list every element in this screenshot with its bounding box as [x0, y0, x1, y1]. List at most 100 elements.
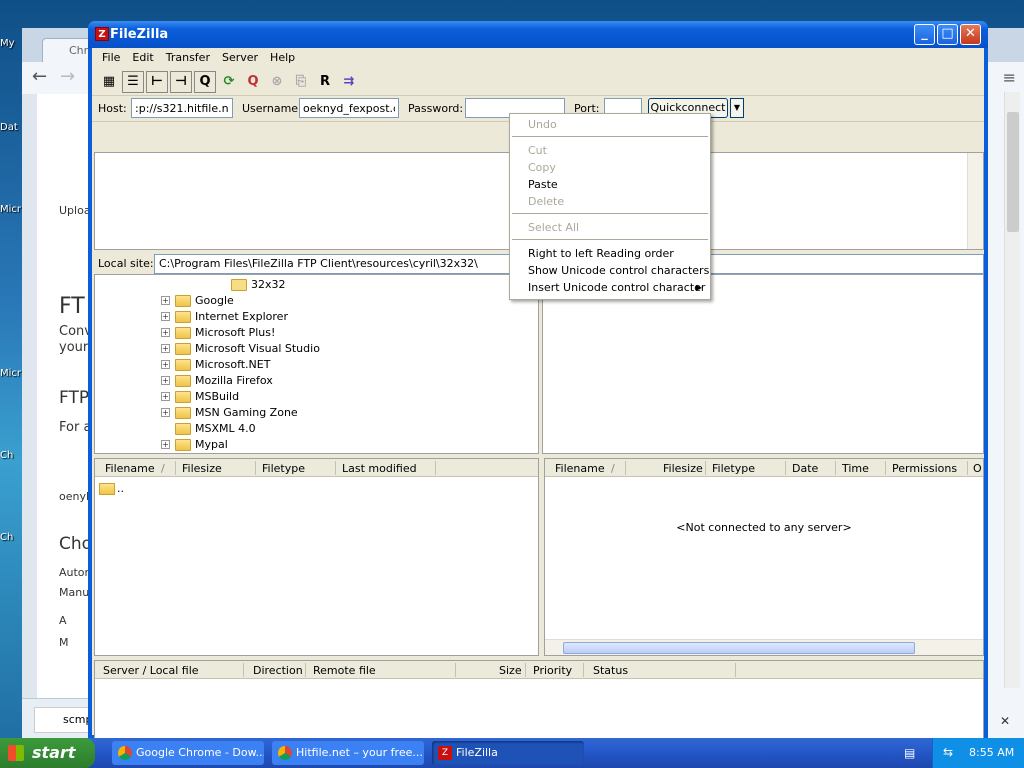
- toggle-log-icon[interactable]: ☰: [122, 70, 144, 93]
- expand-icon[interactable]: +: [161, 296, 170, 305]
- keyboard-icon[interactable]: ▤: [904, 746, 915, 760]
- chrome-page: Uploa FT Conv your FTP For a oenyl Cho A…: [37, 94, 92, 698]
- close-button[interactable]: ✕: [960, 24, 981, 45]
- host-label: Host:: [98, 102, 127, 115]
- expand-icon[interactable]: +: [161, 392, 170, 401]
- menu-server[interactable]: Server: [216, 51, 264, 68]
- menu-item-delete[interactable]: Delete: [528, 195, 564, 208]
- menu-item-cut[interactable]: Cut: [528, 144, 547, 157]
- column-header[interactable]: Filename: [555, 462, 605, 475]
- start-button[interactable]: start: [0, 738, 95, 768]
- window-title: FileZilla: [110, 27, 169, 42]
- desktop-icon-label[interactable]: Ch: [0, 532, 24, 543]
- column-header[interactable]: Filesize: [663, 462, 703, 475]
- expand-icon[interactable]: +: [161, 408, 170, 417]
- chrome-scrollbar[interactable]: [1004, 92, 1020, 688]
- local-file-list: Filename / Filesize Filetype Last modifi…: [94, 458, 539, 656]
- username-input[interactable]: [299, 98, 399, 118]
- local-path-input[interactable]: C:\Program Files\FileZilla FTP Client\re…: [154, 254, 539, 274]
- folder-icon: [175, 327, 191, 339]
- page-radio[interactable]: M: [59, 636, 69, 649]
- scrollbar-thumb[interactable]: [1007, 112, 1019, 232]
- taskbar-item[interactable]: Hitfile.net – your free...: [272, 741, 424, 765]
- local-site-bar: Local site: C:\Program Files\FileZilla F…: [94, 254, 539, 274]
- column-header[interactable]: Time: [842, 462, 869, 475]
- log-scrollbar[interactable]: [967, 153, 983, 249]
- reconnect-icon[interactable]: R: [314, 71, 336, 93]
- folder-icon: [175, 295, 191, 307]
- compare-icon[interactable]: ⇉: [338, 71, 360, 93]
- desktop-icon-label[interactable]: Micr: [0, 204, 24, 215]
- folder-icon: [175, 311, 191, 323]
- minimize-button[interactable]: _: [914, 24, 935, 45]
- sort-icon: /: [611, 462, 615, 475]
- menu-edit[interactable]: Edit: [126, 51, 159, 68]
- column-header[interactable]: Remote file: [313, 664, 376, 677]
- column-header[interactable]: Server / Local file: [103, 664, 199, 677]
- expand-icon[interactable]: +: [161, 344, 170, 353]
- column-header[interactable]: Filesize: [182, 462, 222, 475]
- scrollbar-thumb[interactable]: [563, 642, 915, 654]
- maximize-button[interactable]: □: [937, 24, 958, 45]
- refresh-icon[interactable]: ⟳: [218, 71, 240, 93]
- expand-icon[interactable]: +: [161, 360, 170, 369]
- desktop-icon-label[interactable]: My: [0, 38, 24, 49]
- toggle-local-tree-icon[interactable]: ⊢: [146, 70, 168, 93]
- column-header[interactable]: Size: [499, 664, 522, 677]
- column-header[interactable]: Direction: [253, 664, 303, 677]
- column-header[interactable]: Filetype: [262, 462, 305, 475]
- site-manager-icon[interactable]: ▦: [98, 71, 120, 93]
- title-bar[interactable]: Z FileZilla _ □ ✕: [88, 21, 988, 48]
- menu-item-rtl-reading[interactable]: Right to left Reading order: [528, 247, 674, 260]
- page-radio[interactable]: A: [59, 614, 67, 627]
- folder-icon: [175, 359, 191, 371]
- toggle-queue-icon[interactable]: Q: [194, 70, 216, 93]
- expand-icon[interactable]: +: [161, 440, 170, 449]
- desktop-icon-label[interactable]: Micr: [0, 368, 24, 379]
- menu-item-paste[interactable]: Paste: [528, 178, 558, 191]
- menu-item-undo[interactable]: Undo: [528, 118, 557, 131]
- clock[interactable]: 8:55 AM: [969, 746, 1014, 759]
- expand-icon[interactable]: +: [161, 328, 170, 337]
- column-header[interactable]: Last modified: [342, 462, 417, 475]
- menu-item-insert-unicode[interactable]: Insert Unicode control character: [528, 281, 705, 294]
- desktop-icon-label[interactable]: Ch: [0, 450, 24, 461]
- network-icon[interactable]: ⇆: [943, 745, 953, 759]
- taskbar: start Google Chrome - Dow... Hitfile.net…: [0, 738, 1024, 768]
- tree-item[interactable]: 32x32: [95, 277, 535, 293]
- column-header[interactable]: O: [973, 462, 982, 475]
- column-header[interactable]: Status: [593, 664, 628, 677]
- taskbar-item[interactable]: Z FileZilla: [432, 741, 584, 765]
- menu-icon[interactable]: ≡: [1003, 68, 1016, 87]
- desktop-icon-label[interactable]: Dat: [0, 122, 24, 133]
- menu-transfer[interactable]: Transfer: [160, 51, 216, 68]
- menu-item-copy[interactable]: Copy: [528, 161, 556, 174]
- menu-file[interactable]: File: [96, 51, 126, 68]
- download-item[interactable]: scmp: [34, 707, 94, 733]
- column-header[interactable]: Date: [792, 462, 818, 475]
- forward-icon[interactable]: →: [60, 66, 75, 87]
- remote-file-list: Filename / Filesize Filetype Date Time P…: [544, 458, 984, 656]
- menu-item-select-all[interactable]: Select All: [528, 221, 579, 234]
- taskbar-item[interactable]: Google Chrome - Dow...: [112, 741, 264, 765]
- close-download-bar-icon[interactable]: ✕: [1000, 714, 1010, 728]
- cancel-icon[interactable]: ⊗: [266, 71, 288, 93]
- quickconnect-dropdown-icon[interactable]: ▼: [730, 98, 744, 118]
- remote-hscrollbar[interactable]: [545, 639, 983, 655]
- toggle-remote-tree-icon[interactable]: ⊣: [170, 70, 192, 93]
- not-connected-message: <Not connected to any server>: [676, 521, 852, 534]
- column-header[interactable]: Permissions: [892, 462, 957, 475]
- host-input[interactable]: [131, 98, 233, 118]
- column-header[interactable]: Priority: [533, 664, 572, 677]
- menu-help[interactable]: Help: [264, 51, 301, 68]
- system-tray: ⇆ 8:55 AM: [932, 738, 1024, 768]
- expand-icon[interactable]: +: [161, 312, 170, 321]
- column-header[interactable]: Filename: [105, 462, 155, 475]
- back-icon[interactable]: ←: [32, 66, 47, 87]
- process-queue-icon[interactable]: Q: [242, 71, 264, 93]
- disconnect-icon[interactable]: ⎘: [290, 71, 312, 93]
- remote-tree: [542, 274, 984, 454]
- menu-item-show-unicode[interactable]: Show Unicode control characters: [528, 264, 709, 277]
- column-header[interactable]: Filetype: [712, 462, 755, 475]
- expand-icon[interactable]: +: [161, 376, 170, 385]
